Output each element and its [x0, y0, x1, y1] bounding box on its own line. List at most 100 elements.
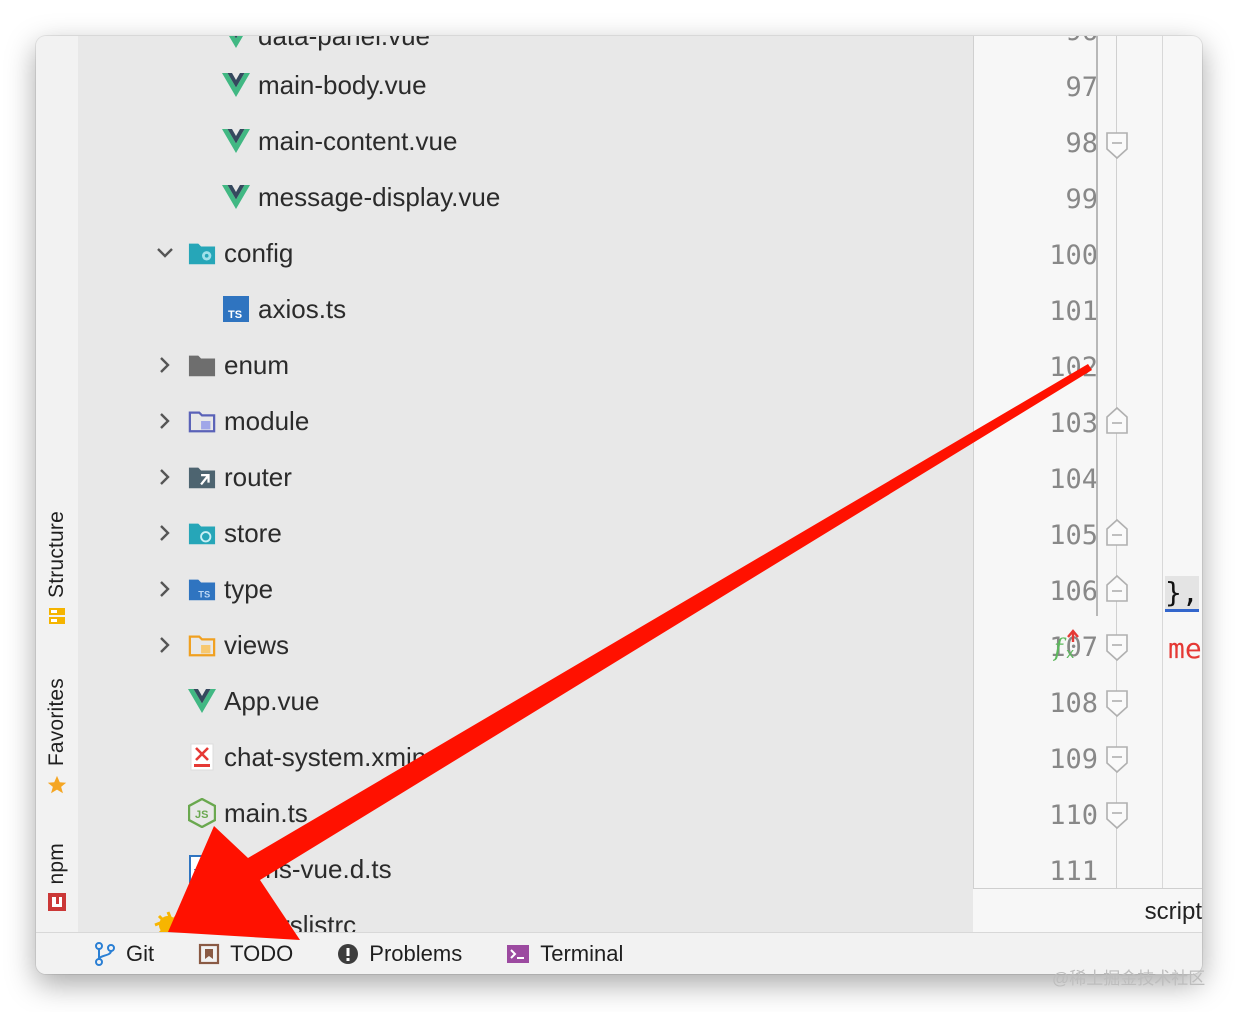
watermark: @稀土掘金技术社区 — [1052, 969, 1206, 988]
line-number: 99 — [1065, 184, 1098, 215]
line-number: 109 — [1049, 744, 1098, 775]
folder-ts-icon: TS — [188, 575, 216, 603]
vue-icon — [222, 36, 250, 50]
line-number: 100 — [1049, 240, 1098, 271]
tree-item[interactable]: App.vue — [188, 673, 319, 729]
fold-marker-icon[interactable] — [1106, 406, 1128, 434]
fold-marker-icon[interactable] — [1106, 802, 1128, 830]
line-number: 105 — [1049, 520, 1098, 551]
tree-item-label: chat-system.xmind — [224, 741, 441, 772]
tree-folder-config[interactable]: config — [154, 225, 293, 281]
line-number: 111 — [1049, 856, 1098, 887]
tree-item[interactable]: JS main.ts — [188, 785, 308, 841]
git-tool-button[interactable]: Git — [94, 941, 154, 967]
problems-tool-button[interactable]: Problems — [337, 941, 462, 967]
todo-icon — [199, 943, 220, 965]
chevron-right-icon[interactable] — [154, 410, 176, 432]
chevron-right-icon[interactable] — [154, 466, 176, 488]
chevron-right-icon[interactable] — [154, 522, 176, 544]
fold-marker-icon[interactable] — [1106, 518, 1128, 546]
fold-marker-icon[interactable] — [1106, 634, 1128, 662]
tree-item-label: type — [224, 573, 274, 604]
folder-store-icon — [188, 519, 216, 547]
xmind-icon — [188, 743, 216, 771]
todo-tool-label: TODO — [230, 941, 294, 966]
line-number: 96 — [1038, 36, 1098, 47]
svg-text:JS: JS — [195, 809, 208, 821]
chevron-down-icon[interactable] — [154, 242, 176, 264]
tree-item-label: config — [224, 237, 294, 268]
typescript-icon: TS — [188, 855, 216, 883]
editor-edge — [1162, 36, 1163, 890]
line-number: 106 — [1049, 576, 1098, 607]
star-icon — [47, 775, 67, 794]
terminal-tool-button[interactable]: Terminal — [506, 941, 623, 967]
tree-item-label: data-panel.vue — [258, 36, 430, 52]
tree-item-label: enum — [224, 349, 290, 380]
editor-gutter: 96 97 98 99 100 101 102 103 104 105 106 … — [973, 36, 1202, 890]
fold-marker-icon[interactable] — [1106, 574, 1128, 602]
tree-folder-store[interactable]: store — [154, 505, 282, 561]
tree-item[interactable]: main-body.vue — [222, 57, 427, 113]
tree-item-label: store — [224, 517, 282, 548]
line-number: 102 — [1049, 352, 1098, 383]
problems-tool-label: Problems — [369, 941, 463, 966]
npm-icon — [48, 893, 66, 911]
tree-folder-type[interactable]: TS type — [154, 561, 273, 617]
terminal-tool-label: Terminal — [540, 941, 624, 966]
folder-icon — [188, 351, 216, 379]
code-line-107[interactable]: me — [1168, 632, 1202, 680]
favorites-tab[interactable]: Favorites — [36, 666, 78, 796]
svg-text:f: f — [1053, 634, 1067, 662]
tree-item[interactable]: chat-system.xmind — [188, 729, 441, 785]
tree-item[interactable]: message-display.vue — [222, 169, 500, 225]
typescript-icon: TS — [222, 295, 250, 323]
tree-item[interactable]: TS axios.ts — [222, 281, 346, 337]
structure-tab[interactable]: Structure — [36, 496, 78, 626]
tree-folder-views[interactable]: views — [154, 617, 289, 673]
git-tool-label: Git — [126, 941, 155, 966]
chevron-right-icon[interactable] — [154, 354, 176, 376]
tree-item-label: main-content.vue — [258, 125, 458, 156]
line-number: 101 — [1049, 296, 1098, 327]
tree-item[interactable]: TS shims-vue.d.ts — [188, 841, 392, 897]
line-number: 97 — [1065, 72, 1098, 103]
chevron-right-icon[interactable] — [154, 634, 176, 656]
tree-item-label: main.ts — [224, 797, 308, 828]
tree-item[interactable]: .browserslistrc — [154, 897, 356, 932]
structure-icon — [49, 608, 65, 624]
function-override-icon[interactable]: f x — [1053, 628, 1085, 662]
svg-text:TS: TS — [228, 309, 242, 321]
vue-icon — [222, 71, 250, 99]
code-line-106[interactable]: }, — [1165, 576, 1202, 624]
tree-item[interactable]: main-content.vue — [222, 113, 457, 169]
terminal-icon — [507, 945, 530, 963]
line-number: 98 — [1065, 128, 1098, 159]
tree-item-label: .browserslistrc — [190, 909, 357, 933]
fold-marker-icon[interactable] — [1106, 690, 1128, 718]
vue-icon — [222, 127, 250, 155]
chevron-right-icon[interactable] — [154, 578, 176, 600]
ide-window: Structure Favorites npm data-panel.vue — [36, 36, 1202, 974]
line-number: 110 — [1049, 800, 1098, 831]
problems-icon — [338, 944, 359, 964]
divider — [973, 36, 974, 932]
tree-item-label: main-body.vue — [258, 69, 427, 100]
npm-tab[interactable]: npm — [36, 828, 78, 912]
tree-folder-router[interactable]: router — [154, 449, 292, 505]
favorites-tab-label: Favorites — [45, 677, 68, 766]
folder-module-icon — [188, 407, 216, 435]
npm-tab-label: npm — [45, 842, 68, 884]
todo-tool-button[interactable]: TODO — [198, 941, 293, 967]
tree-folder-enum[interactable]: enum — [154, 337, 289, 393]
fold-marker-icon[interactable] — [1106, 746, 1128, 774]
breadcrumb-script[interactable]: script — [1145, 898, 1202, 926]
folder-router-icon — [188, 463, 216, 491]
svg-text:TS: TS — [194, 868, 207, 879]
line-number: 104 — [1049, 464, 1098, 495]
fold-marker-icon[interactable] — [1106, 132, 1128, 160]
tree-folder-module[interactable]: module — [154, 393, 309, 449]
svg-text:TS: TS — [198, 589, 210, 599]
tree-item-label: module — [224, 405, 310, 436]
nodejs-icon: JS — [188, 798, 216, 828]
